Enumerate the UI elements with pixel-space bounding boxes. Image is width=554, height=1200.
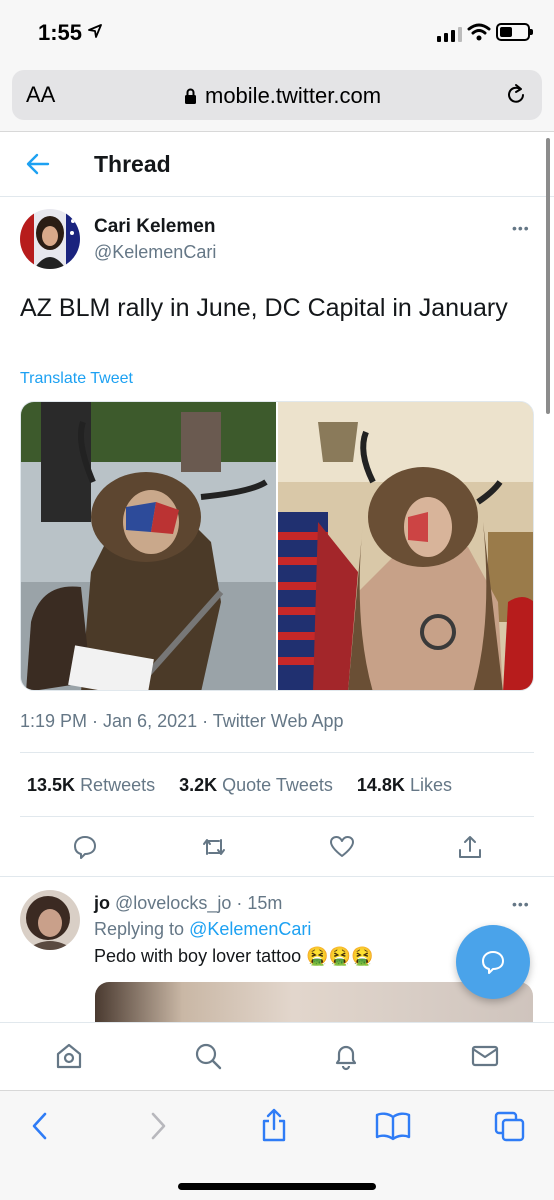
bookmarks-book-icon[interactable] [375,1111,411,1141]
reader-aa-button[interactable]: AA [26,82,55,108]
home-icon[interactable] [54,1041,84,1071]
page-title: Thread [94,151,171,177]
tweet-text: AZ BLM rally in June, DC Capital in Janu… [20,294,508,322]
thread-header: Thread [0,133,554,197]
status-time: 1:55 [38,20,83,45]
replying-to-link[interactable]: @KelemenCari [189,919,311,939]
address-bar[interactable]: AA mobile.twitter.com [12,70,542,120]
translate-tweet-link[interactable]: Translate Tweet [20,370,133,388]
notifications-bell-icon[interactable] [331,1041,361,1071]
location-arrow-icon [88,24,102,38]
browser-share-icon[interactable] [259,1107,289,1143]
divider [20,752,534,753]
cellular-signal-icon [437,26,462,42]
messages-envelope-icon[interactable] [470,1041,500,1071]
retweets-stat[interactable]: 13.5K Retweets [27,775,155,796]
reload-icon[interactable] [504,82,528,108]
reply-avatar[interactable] [20,890,80,950]
compose-reply-button[interactable] [456,925,530,999]
media-photo-left[interactable] [21,402,276,690]
tweet-meta: 1:19 PM · Jan 6, 2021 · Twitter Web App [20,711,344,731]
author-name[interactable]: Cari Kelemen [94,216,215,238]
reply-text: Pedo with boy lover tattoo 🤮🤮🤮 [94,946,374,966]
browser-address-area: AA mobile.twitter.com [0,64,554,132]
scrollbar[interactable] [546,138,550,414]
reply-more-icon[interactable]: ••• [512,896,530,912]
replying-to-line: Replying to @KelemenCari [94,919,312,939]
like-icon[interactable] [329,834,355,860]
compose-reply-icon [482,951,504,974]
tweet-media[interactable] [20,401,534,691]
battery-icon [496,23,533,41]
wifi-icon [467,23,491,41]
search-icon[interactable] [193,1041,223,1071]
likes-stat[interactable]: 14.8K Likes [357,775,452,796]
tweet-more-icon[interactable]: ••• [512,220,530,236]
share-icon[interactable] [457,834,483,860]
reply-author[interactable]: jo @lovelocks_jo · 15m [94,893,282,914]
twitter-bottom-nav [0,1022,554,1090]
home-indicator[interactable] [178,1183,376,1190]
url-display[interactable]: mobile.twitter.com [184,83,381,109]
author-handle[interactable]: @KelemenCari [94,242,216,263]
lock-icon [185,88,196,104]
divider [20,816,534,817]
divider [0,876,554,877]
tweet-stats: 13.5K Retweets 3.2K Quote Tweets 14.8K L… [27,775,452,796]
retweet-icon[interactable] [200,834,228,860]
back-arrow-icon[interactable] [26,153,50,175]
browser-forward-icon[interactable] [148,1111,168,1141]
media-photo-right[interactable] [278,402,533,690]
author-avatar[interactable] [20,209,80,269]
browser-back-icon[interactable] [30,1111,50,1141]
url-text: mobile.twitter.com [205,83,382,108]
quote-tweets-stat[interactable]: 3.2K Quote Tweets [179,775,333,796]
tabs-icon[interactable] [494,1111,526,1143]
status-bar: 1:55 [0,0,554,64]
reply-icon[interactable] [72,834,98,860]
